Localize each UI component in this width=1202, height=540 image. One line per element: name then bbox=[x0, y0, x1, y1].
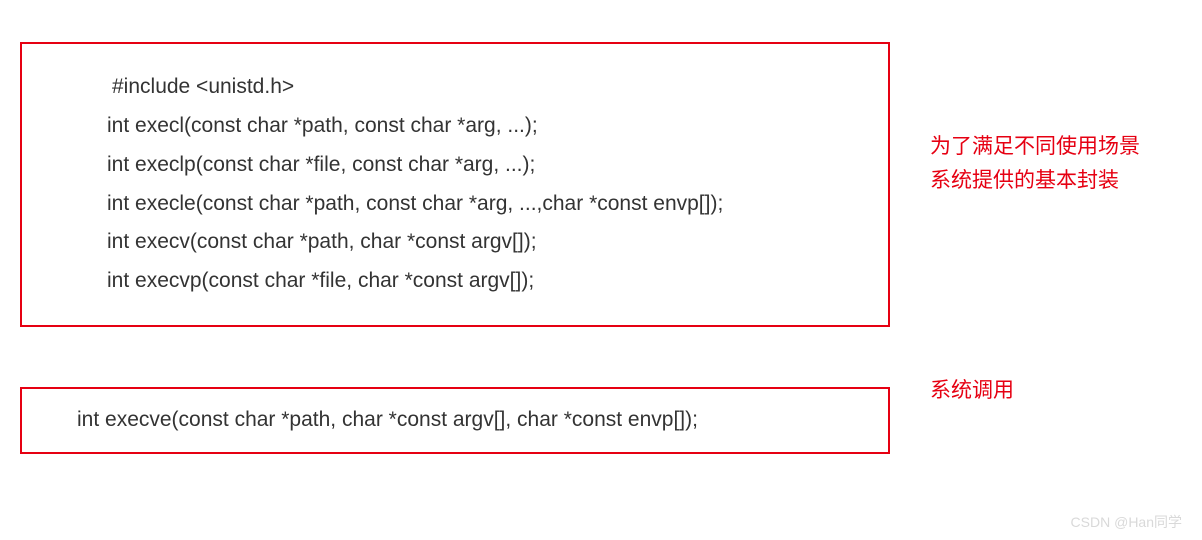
watermark: CSDN @Han同学 bbox=[1071, 512, 1182, 532]
code-box-execve: int execve(const char *path, char *const… bbox=[20, 387, 890, 454]
row-execve: int execve(const char *path, char *const… bbox=[0, 327, 1202, 454]
code-line-include: #include <unistd.h> bbox=[52, 68, 858, 107]
annotation-wrappers-line2: 系统提供的基本封装 bbox=[930, 164, 1140, 198]
code-line-execv: int execv(const char *path, char *const … bbox=[52, 223, 858, 262]
code-line-execvp: int execvp(const char *file, char *const… bbox=[52, 262, 858, 301]
annotation-wrappers-line1: 为了满足不同使用场景 bbox=[930, 130, 1140, 164]
code-line-execlp: int execlp(const char *file, const char … bbox=[52, 146, 858, 185]
annotation-syscall: 系统调用 bbox=[930, 374, 1014, 408]
row-exec-wrappers: #include <unistd.h> int execl(const char… bbox=[0, 0, 1202, 327]
annotation-wrappers: 为了满足不同使用场景 系统提供的基本封装 bbox=[930, 130, 1140, 197]
code-line-execl: int execl(const char *path, const char *… bbox=[52, 107, 858, 146]
code-line-execve: int execve(const char *path, char *const… bbox=[52, 401, 858, 440]
code-line-execle: int execle(const char *path, const char … bbox=[52, 185, 858, 224]
code-box-exec-functions: #include <unistd.h> int execl(const char… bbox=[20, 42, 890, 327]
